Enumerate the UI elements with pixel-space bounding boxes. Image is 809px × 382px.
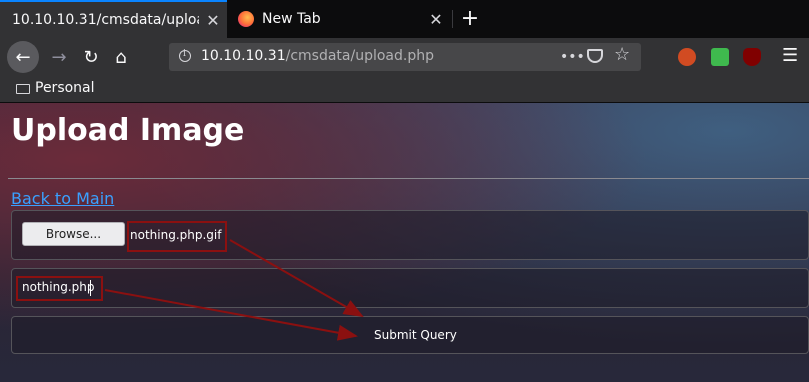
divider <box>8 178 809 179</box>
tab-title: New Tab <box>262 11 321 27</box>
folder-icon <box>16 84 30 94</box>
tab-bar: 10.10.10.31/cmsdata/upload.php ✕ New Tab… <box>0 0 809 38</box>
new-tab-plus-icon[interactable]: + <box>458 6 482 32</box>
tab-new-tab[interactable]: New Tab ✕ <box>228 0 450 38</box>
name-input-row[interactable] <box>11 268 809 308</box>
bookmarks-toolbar <box>0 76 809 103</box>
extension-green-icon[interactable] <box>711 48 729 66</box>
back-to-main-link[interactable]: Back to Main <box>11 189 114 208</box>
browse-button[interactable]: Browse... <box>22 222 125 246</box>
submit-query-label: Submit Query <box>374 328 457 342</box>
annotation-highlight-name <box>16 276 103 301</box>
bookmark-personal[interactable]: Personal <box>35 80 95 96</box>
ublock-shield-icon[interactable] <box>743 48 761 66</box>
close-icon[interactable]: ✕ <box>199 11 227 30</box>
page-title: Upload Image <box>11 113 245 148</box>
forward-arrow-icon[interactable]: → <box>44 42 74 72</box>
url-path: /cmsdata/upload.php <box>285 48 434 64</box>
tab-upload[interactable]: 10.10.10.31/cmsdata/upload.php ✕ <box>0 0 227 38</box>
firefox-icon <box>238 11 254 27</box>
bookmark-star-icon[interactable]: ☆ <box>614 44 630 65</box>
tab-separator <box>452 10 453 28</box>
page-actions-icon[interactable]: ••• <box>560 49 585 65</box>
annotation-highlight-file <box>127 221 227 252</box>
tab-title: 10.10.10.31/cmsdata/upload.php <box>12 12 199 28</box>
url-text: 10.10.10.31/cmsdata/upload.php <box>201 48 434 64</box>
reload-icon[interactable]: ↻ <box>76 42 106 72</box>
extension-fox-icon[interactable] <box>678 48 696 66</box>
url-host: 10.10.10.31 <box>201 48 286 64</box>
home-icon[interactable]: ⌂ <box>106 42 136 72</box>
close-icon[interactable]: ✕ <box>422 10 450 29</box>
hamburger-menu-icon[interactable]: ☰ <box>782 45 798 66</box>
site-info-icon[interactable] <box>179 49 191 62</box>
back-arrow-icon[interactable]: ← <box>7 41 39 73</box>
